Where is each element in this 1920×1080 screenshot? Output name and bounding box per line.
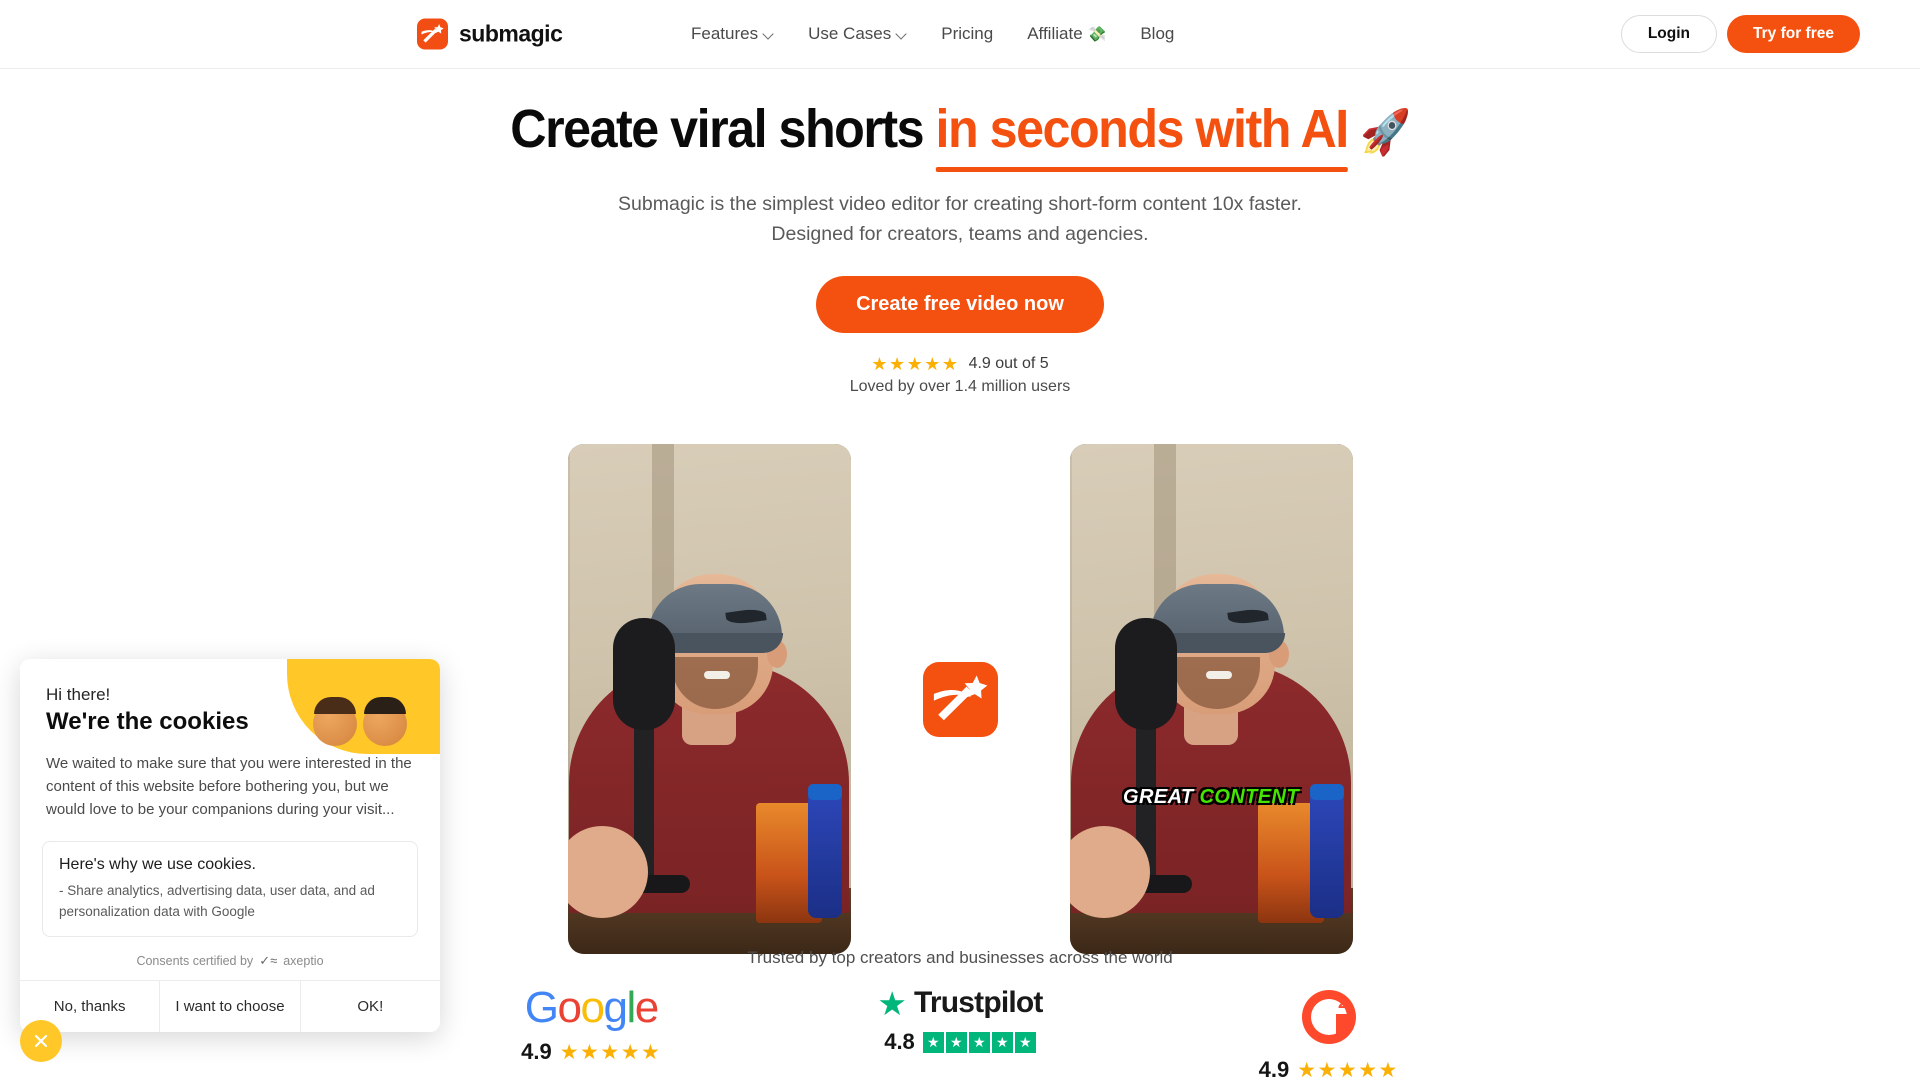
- google-score-row: 4.9 ★★★★★: [521, 1039, 661, 1065]
- trustpilot-stars-icon: ★ ★ ★ ★ ★: [922, 1031, 1036, 1053]
- cookie-why-item: - Share analytics, advertising data, use…: [59, 883, 375, 919]
- trustpilot-score-row: 4.8 ★ ★ ★ ★ ★: [884, 1029, 1036, 1055]
- cookie-hair-1: [314, 697, 356, 714]
- axeptio-brand: axeptio: [283, 953, 324, 968]
- page-title: Create viral shorts in seconds with AI 🚀: [67, 99, 1853, 173]
- video-caption: GREAT CONTENT: [1123, 786, 1299, 809]
- google-letter-g: g: [603, 983, 627, 1032]
- person-mouth: [1206, 670, 1233, 679]
- login-button[interactable]: Login: [1620, 15, 1718, 53]
- video-after[interactable]: GREAT CONTENT: [1069, 444, 1353, 954]
- cookie-ok-button[interactable]: OK!: [299, 980, 440, 1032]
- chevron-down-icon: [896, 29, 907, 40]
- google-letter-e: e: [634, 983, 659, 1032]
- submagic-logo-icon: [922, 661, 998, 737]
- google-stars-icon: ★★★★★: [559, 1040, 662, 1064]
- loved-by-text: Loved by over 1.4 million users: [849, 377, 1071, 395]
- subhead-line-1: Submagic is the simplest video editor fo…: [618, 193, 1302, 216]
- microphone-icon: [1114, 617, 1177, 730]
- nav-item-affiliate[interactable]: Affiliate 💸: [1027, 24, 1106, 44]
- hero-section: Create viral shorts in seconds with AI 🚀…: [0, 69, 1920, 396]
- magic-wand-icon: [417, 18, 448, 50]
- g2-stars-icon: ★★★★★: [1297, 1058, 1399, 1080]
- site-header: submagic Features Use Cases Pricing Affi…: [0, 0, 1920, 69]
- star-rating-icon: ★★★★★: [871, 353, 960, 374]
- trust-item-g2: 2 4.9 ★★★★★: [1259, 986, 1399, 1080]
- rating-row: ★★★★★ 4.9 out of 5: [0, 355, 1920, 373]
- person-mouth: [704, 670, 731, 679]
- chevron-down-icon: [763, 29, 774, 40]
- axeptio-check-icon: ✓≈: [259, 952, 278, 968]
- caption-word-2: CONTENT: [1199, 785, 1299, 808]
- nav-item-use-cases[interactable]: Use Cases: [808, 24, 907, 44]
- cookie-why-title: Here's why we use cookies.: [59, 856, 256, 874]
- google-score: 4.9: [521, 1039, 552, 1064]
- cookie-characters-illustration: [287, 659, 440, 754]
- cookie-certification: Consents certified by ✓≈ axeptio: [20, 953, 440, 980]
- cta-wrapper: Create free video now: [0, 275, 1920, 333]
- rocket-icon: 🚀: [1360, 108, 1411, 157]
- headline-plain: Create viral shorts: [510, 99, 936, 159]
- money-with-wings-icon: 💸: [1087, 26, 1107, 43]
- create-free-video-button[interactable]: Create free video now: [816, 275, 1104, 333]
- bottle-cap: [808, 784, 843, 801]
- g2-score: 4.9: [1258, 1057, 1290, 1080]
- cookie-why-box: Here's why we use cookies. - Share analy…: [42, 841, 418, 937]
- google-letter-o1: o: [557, 983, 582, 1032]
- cookie-choose-button[interactable]: I want to choose: [159, 980, 300, 1032]
- cookie-hair-2: [364, 697, 406, 714]
- brand-logo[interactable]: submagic: [417, 18, 563, 50]
- nav-item-blog[interactable]: Blog: [1140, 24, 1174, 44]
- nav-item-pricing[interactable]: Pricing: [941, 24, 993, 44]
- nav-label: Pricing: [941, 24, 994, 43]
- nav-label: Use Cases: [808, 24, 892, 43]
- nav-label: Blog: [1140, 24, 1175, 43]
- trust-item-trustpilot: ★ Trustpilot 4.8 ★ ★ ★ ★ ★: [877, 984, 1043, 1055]
- subhead-line-2: Designed for creators, teams and agencie…: [771, 222, 1149, 245]
- microphone-icon: [612, 617, 675, 730]
- bottle-cap: [1310, 784, 1345, 801]
- google-letter-l: l: [626, 983, 636, 1032]
- nav-label: Features: [691, 24, 759, 43]
- cookie-body-text: We waited to make sure that you were int…: [46, 755, 412, 818]
- headline-highlight: in seconds with AI: [935, 99, 1349, 173]
- water-bottle: [1310, 793, 1345, 919]
- cookie-close-button[interactable]: [20, 1020, 62, 1062]
- trust-item-google: Google 4.9 ★★★★★: [521, 986, 661, 1065]
- rating-text: 4.9 out of 5: [968, 354, 1049, 372]
- trustpilot-star-icon: ★: [877, 984, 907, 1022]
- brand-name: submagic: [459, 20, 563, 47]
- video-before[interactable]: [567, 444, 851, 954]
- g2-logo-icon: 2: [1298, 986, 1360, 1048]
- trustpilot-wordmark: Trustpilot: [913, 986, 1043, 1019]
- hero-rating: ★★★★★ 4.9 out of 5 Loved by over 1.4 mil…: [0, 355, 1920, 396]
- cookie-certified-text: Consents certified by: [136, 953, 254, 968]
- hero-subtitle: Submagic is the simplest video editor fo…: [0, 190, 1920, 249]
- header-actions: Login Try for free: [1620, 15, 1860, 53]
- google-logo: Google: [524, 983, 659, 1032]
- cookie-consent-banner: Hi there! We're the cookies We waited to…: [20, 659, 440, 1032]
- try-for-free-button[interactable]: Try for free: [1727, 15, 1860, 53]
- trustpilot-logo: ★ Trustpilot: [877, 984, 1043, 1022]
- water-bottle: [808, 793, 843, 919]
- trustpilot-score: 4.8: [884, 1029, 915, 1054]
- svg-text:2: 2: [1338, 993, 1347, 1012]
- g2-score-row: 4.9 ★★★★★: [1259, 1057, 1399, 1080]
- google-letter-G: G: [524, 983, 559, 1032]
- main-nav: Features Use Cases Pricing Affiliate 💸 B…: [691, 24, 1174, 44]
- cookie-top: Hi there! We're the cookies We waited to…: [20, 659, 440, 821]
- nav-label: Affiliate: [1027, 24, 1083, 43]
- close-icon: [34, 1034, 48, 1048]
- nav-item-features[interactable]: Features: [691, 24, 774, 44]
- google-letter-o2: o: [580, 983, 605, 1032]
- cookie-actions: No, thanks I want to choose OK!: [20, 979, 440, 1032]
- caption-word-1: GREAT: [1123, 785, 1194, 808]
